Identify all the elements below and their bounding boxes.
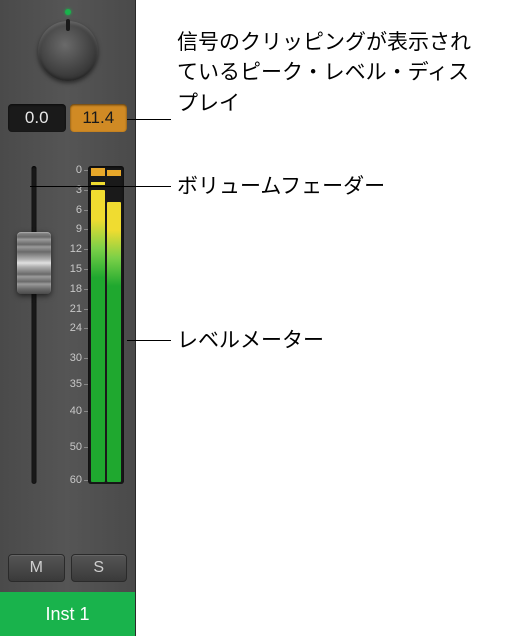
pan-knob-area [0, 8, 135, 93]
mute-solo-row: M S [8, 554, 127, 582]
callout-line-peak [127, 119, 171, 120]
callout-level-meter: レベルメーター [177, 326, 324, 356]
track-name-label[interactable]: Inst 1 [0, 592, 135, 636]
fader-slot [32, 166, 37, 484]
mute-button[interactable]: M [8, 554, 65, 582]
solo-button[interactable]: S [71, 554, 128, 582]
scale-label: 50 [58, 441, 82, 453]
db-scale: 036912151821243035405060 [58, 160, 82, 490]
pan-knob[interactable] [38, 21, 98, 81]
level-meter [88, 166, 124, 484]
peak-value-left[interactable]: 0.0 [8, 104, 66, 132]
knob-pointer [66, 19, 70, 31]
callout-line-meter [127, 340, 171, 341]
peak-value-right-clipping[interactable]: 11.4 [70, 104, 128, 132]
callout-peak-display: 信号のクリッピングが表示されているピーク・レベル・ディスプレイ [177, 28, 487, 119]
scale-label: 40 [58, 405, 82, 417]
scale-label: 18 [58, 283, 82, 295]
scale-label: 35 [58, 378, 82, 390]
fader-meter-area: 036912151821243035405060 [8, 160, 127, 490]
scale-label: 12 [58, 243, 82, 255]
volume-fader-handle[interactable] [17, 232, 51, 294]
scale-label: 30 [58, 352, 82, 364]
scale-label: 60 [58, 474, 82, 486]
scale-label: 15 [58, 263, 82, 275]
scale-label: 0 [58, 164, 82, 176]
peak-level-display: 0.0 11.4 [8, 104, 127, 132]
clip-indicator-left [91, 168, 105, 176]
scale-label: 9 [58, 223, 82, 235]
callout-line-fader [30, 186, 171, 187]
channel-strip: 0.0 11.4 036912151821243035405060 M S In… [0, 0, 136, 636]
scale-label: 6 [58, 204, 82, 216]
meter-bar-right [107, 202, 121, 482]
scale-label: 21 [58, 303, 82, 315]
knob-indicator-dot [65, 9, 71, 15]
meter-bar-left [91, 190, 105, 482]
callout-volume-fader: ボリュームフェーダー [177, 172, 385, 202]
volume-fader-track [20, 160, 48, 490]
peak-hold-left [91, 182, 105, 185]
clip-indicator-right [107, 170, 121, 176]
scale-label: 24 [58, 322, 82, 334]
